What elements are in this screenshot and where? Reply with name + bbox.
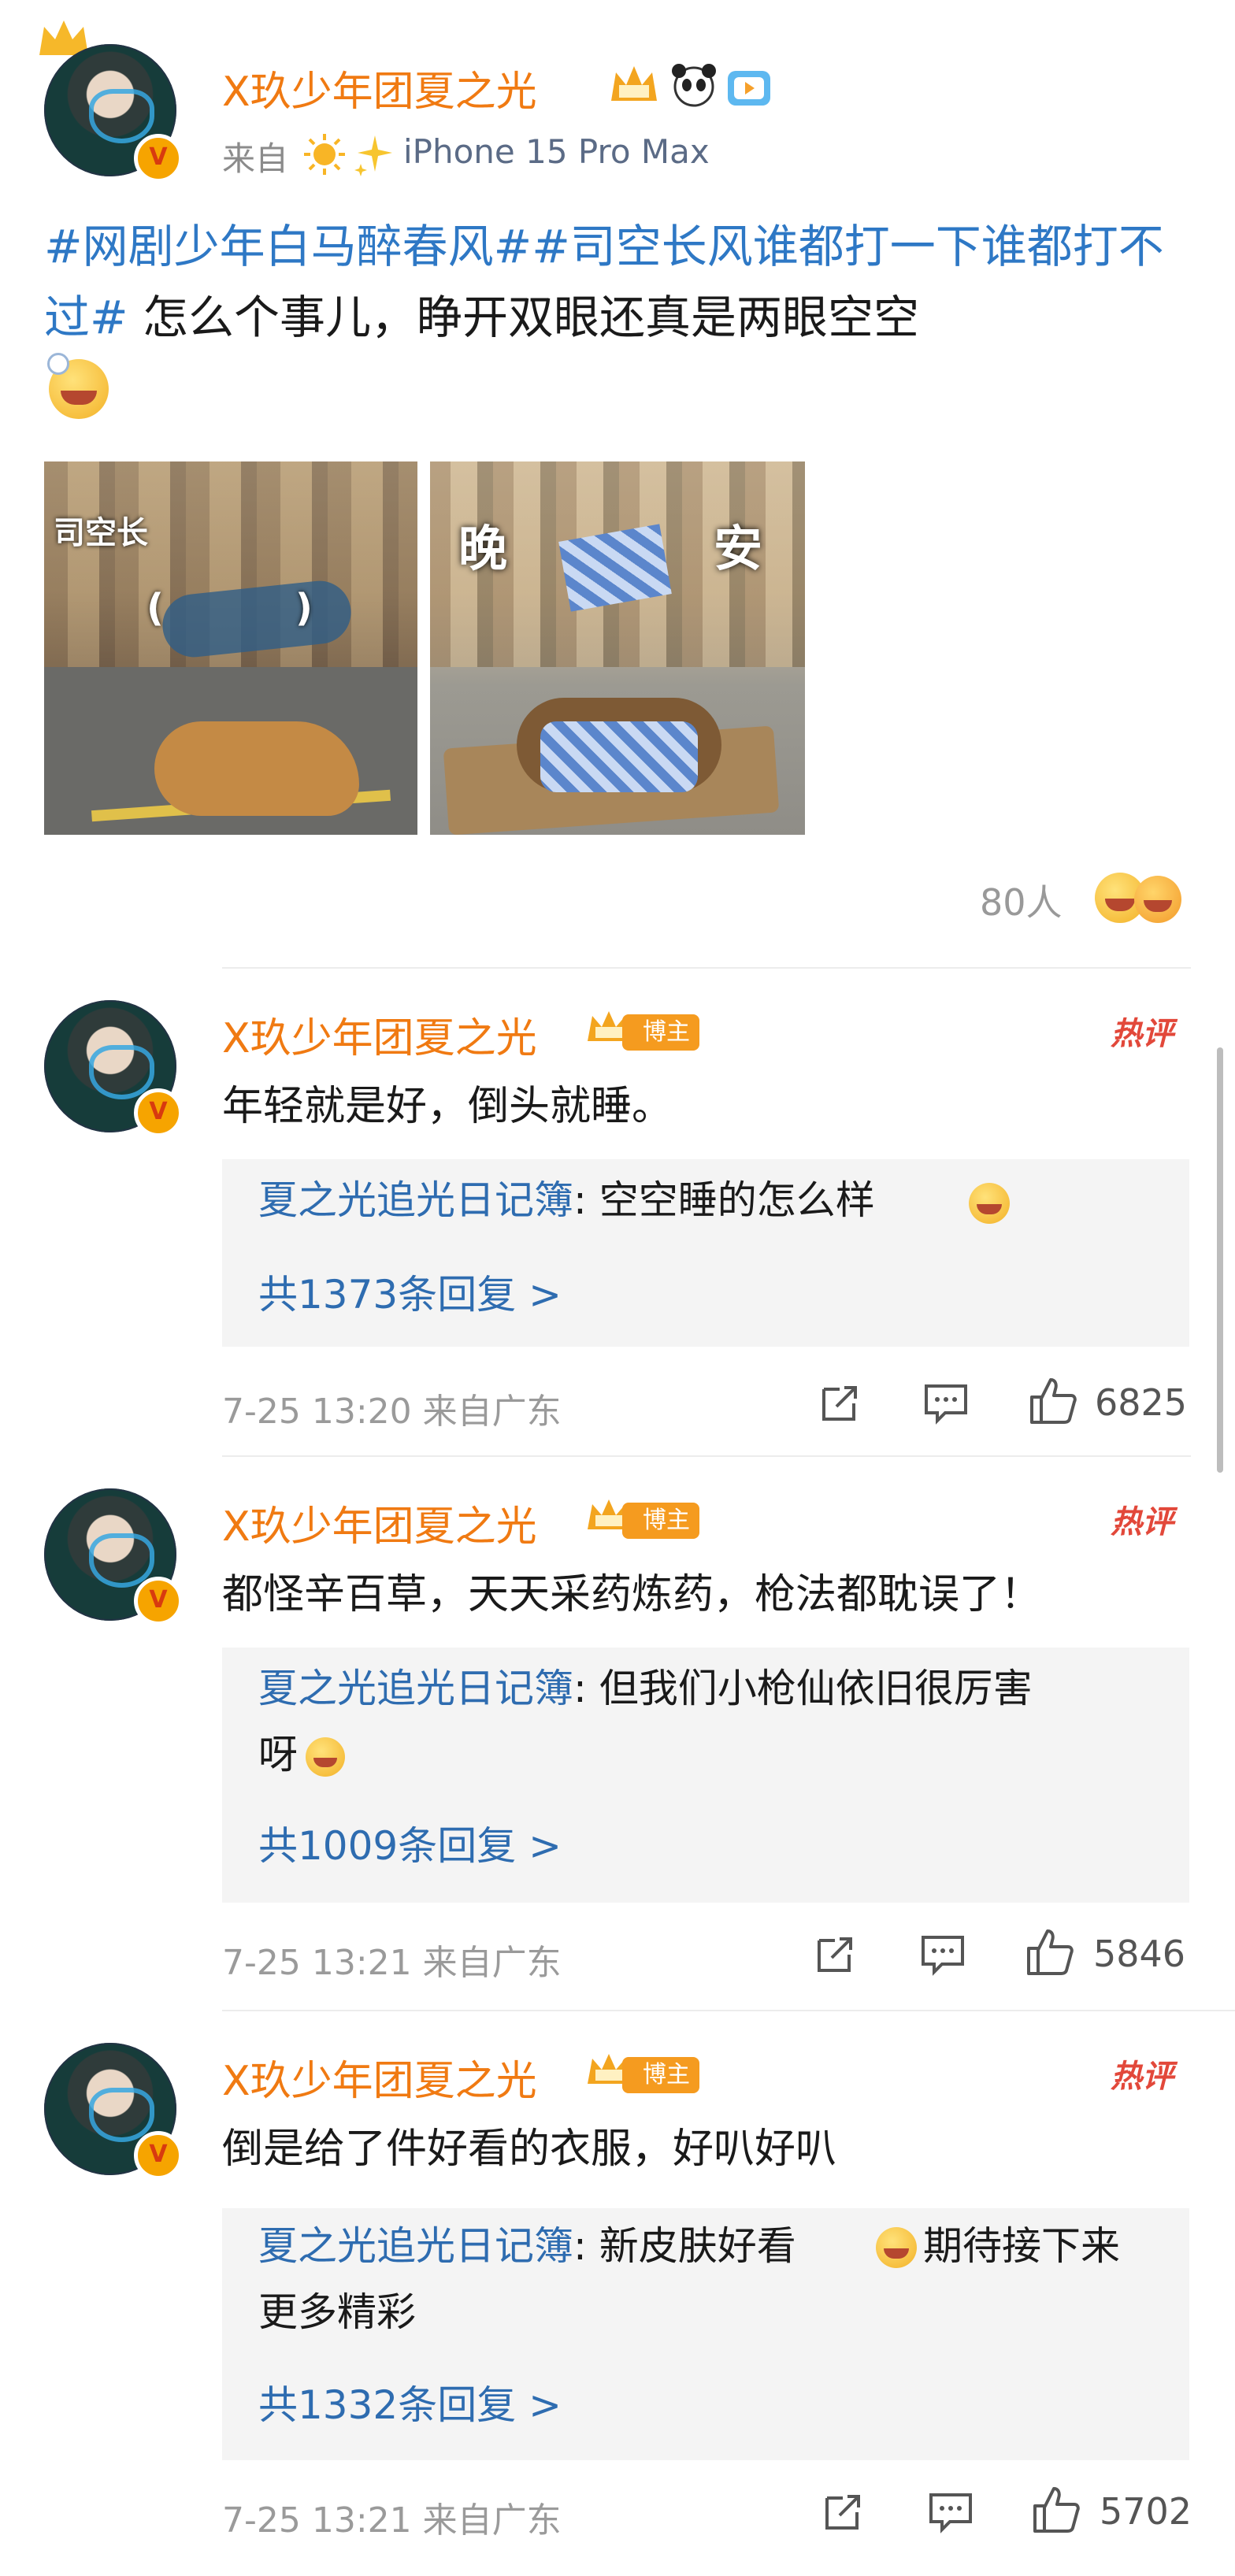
reply-preview: 夏之光追光日记簿: 新皮肤好看 xyxy=(258,2213,796,2279)
comment-item: V X玖少年团夏之光 博主 热评 都怪辛百草，天天采药炼药，枪法都耽误了！ 夏之… xyxy=(0,1457,1235,2008)
comment-time: 7-25 13:21 来自广东 xyxy=(222,1943,562,1983)
post-source-prefix: 来自 xyxy=(222,139,289,178)
like-count: 5702 xyxy=(1100,2490,1192,2533)
topic-link[interactable]: #网剧少年白马醉春风# xyxy=(44,220,532,273)
reply-body-line2: 更多精彩 xyxy=(258,2289,416,2335)
comment-icon[interactable] xyxy=(922,1380,970,1427)
laugh-emoji-icon xyxy=(969,1183,1010,1224)
reply-count-link[interactable]: 共1009条回复 > xyxy=(258,1814,562,1871)
image-text-right: 安 xyxy=(714,520,763,577)
reply-box[interactable]: 夏之光追光日记簿: 空空睡的怎么样 共1373条回复 > xyxy=(222,1159,1189,1347)
crown-badge-icon xyxy=(611,66,657,101)
comment-item: V X玖少年团夏之光 博主 热评 年轻就是好，倒头就睡。 夏之光追光日记簿: 空… xyxy=(0,969,1235,1457)
reply-preview: 夏之光追光日记簿: 空空睡的怎么样 xyxy=(258,1167,875,1233)
comment-author[interactable]: X玖少年团夏之光 xyxy=(222,1005,537,1064)
comment-time: 7-25 13:21 来自广东 xyxy=(222,2500,562,2541)
v-badge-icon: V xyxy=(134,2131,183,2180)
like-count: 6825 xyxy=(1095,1381,1188,1424)
post-image-1[interactable]: 司空长 ( ) xyxy=(44,461,417,835)
reply-author[interactable]: 夏之光追光日记簿 xyxy=(258,2223,573,2269)
tv-icon xyxy=(728,71,770,106)
comment-icon[interactable] xyxy=(918,1931,967,1978)
post-header: V X玖少年团夏之光 来自 iPhone 15 Pro Max xyxy=(0,0,1235,189)
scrollbar[interactable] xyxy=(1217,1047,1223,1473)
image-brackets: ( ) xyxy=(146,586,313,630)
comment-author[interactable]: X玖少年团夏之光 xyxy=(222,2048,537,2107)
comment-text: 年轻就是好，倒头就睡。 xyxy=(222,1083,673,1130)
reply-body: : 但我们小枪仙依旧很厉害 xyxy=(573,1666,1033,1711)
comment-icon[interactable] xyxy=(926,2489,975,2536)
sleep-bubble-icon xyxy=(47,353,69,375)
laugh-emoji-icon[interactable] xyxy=(1134,876,1181,923)
reply-body-cont: 期待接下来 xyxy=(923,2223,1120,2269)
sparkle-icon xyxy=(354,135,392,176)
v-badge-icon: V xyxy=(134,1577,183,1625)
comment-author[interactable]: X玖少年团夏之光 xyxy=(222,1493,537,1552)
reply-preview: 夏之光追光日记簿: 但我们小枪仙依旧很厉害 xyxy=(258,1655,1033,1722)
reply-body: : 空空睡的怎么样 xyxy=(573,1177,875,1223)
reply-body-line2: 呀 xyxy=(258,1732,298,1777)
share-icon[interactable] xyxy=(819,2489,866,2536)
hot-comment-tag: 热评 xyxy=(1111,2059,1174,2095)
reply-count-link[interactable]: 共1373条回复 > xyxy=(258,1263,562,1320)
post-image-2[interactable]: 晚 安 xyxy=(430,461,805,835)
sun-icon xyxy=(304,134,345,175)
share-icon[interactable] xyxy=(811,1931,859,1978)
comment-text: 都怪辛百草，天天采药炼药，枪法都耽误了！ xyxy=(222,1571,1042,1618)
laugh-emoji-icon xyxy=(876,2227,917,2268)
v-badge-icon: V xyxy=(134,134,183,183)
like-icon[interactable] xyxy=(1024,1926,1076,1978)
thinking-emoji-icon xyxy=(306,1737,345,1777)
post-author-name[interactable]: X玖少年团夏之光 xyxy=(222,58,537,117)
reply-author[interactable]: 夏之光追光日记簿 xyxy=(258,1177,573,1223)
reply-count-link[interactable]: 共1332条回复 > xyxy=(258,2374,562,2430)
like-icon[interactable] xyxy=(1030,2484,1082,2536)
comment-text: 倒是给了件好看的衣服，好叭好叭 xyxy=(222,2126,837,2173)
panda-icon xyxy=(672,64,716,107)
v-badge-icon: V xyxy=(134,1088,183,1137)
reply-body: : 新皮肤好看 xyxy=(573,2223,796,2269)
reply-box[interactable]: 夏之光追光日记簿: 新皮肤好看 期待接下来 更多精彩 共1332条回复 > xyxy=(222,2208,1189,2460)
like-count: 5846 xyxy=(1093,1933,1186,1975)
like-icon[interactable] xyxy=(1027,1375,1079,1427)
hot-comment-tag: 热评 xyxy=(1111,1504,1174,1540)
share-icon[interactable] xyxy=(816,1380,863,1427)
image-caption: 司空长 xyxy=(54,515,148,551)
blogger-badge: 博主 xyxy=(622,1014,699,1051)
hot-comment-tag: 热评 xyxy=(1111,1016,1174,1052)
reply-author[interactable]: 夏之光追光日记簿 xyxy=(258,1666,573,1711)
comment-item: V X玖少年团夏之光 博主 热评 倒是给了件好看的衣服，好叭好叭 夏之光追光日记… xyxy=(0,2011,1235,2576)
comment-time: 7-25 13:20 来自广东 xyxy=(222,1392,562,1432)
reply-box[interactable]: 夏之光追光日记簿: 但我们小枪仙依旧很厉害 呀 共1009条回复 > xyxy=(222,1648,1189,1903)
reaction-count[interactable]: 80人 xyxy=(980,874,1063,926)
blogger-badge: 博主 xyxy=(622,2057,699,2093)
post-text: #网剧少年白马醉春风##司空长风谁都打一下谁都打不过# 怎么个事儿，睁开双眼还真… xyxy=(44,211,1178,353)
post-body: 怎么个事儿，睁开双眼还真是两眼空空 xyxy=(128,291,920,344)
blogger-badge: 博主 xyxy=(622,1503,699,1539)
image-text-left: 晚 xyxy=(458,520,508,577)
post-device: iPhone 15 Pro Max xyxy=(403,132,710,171)
